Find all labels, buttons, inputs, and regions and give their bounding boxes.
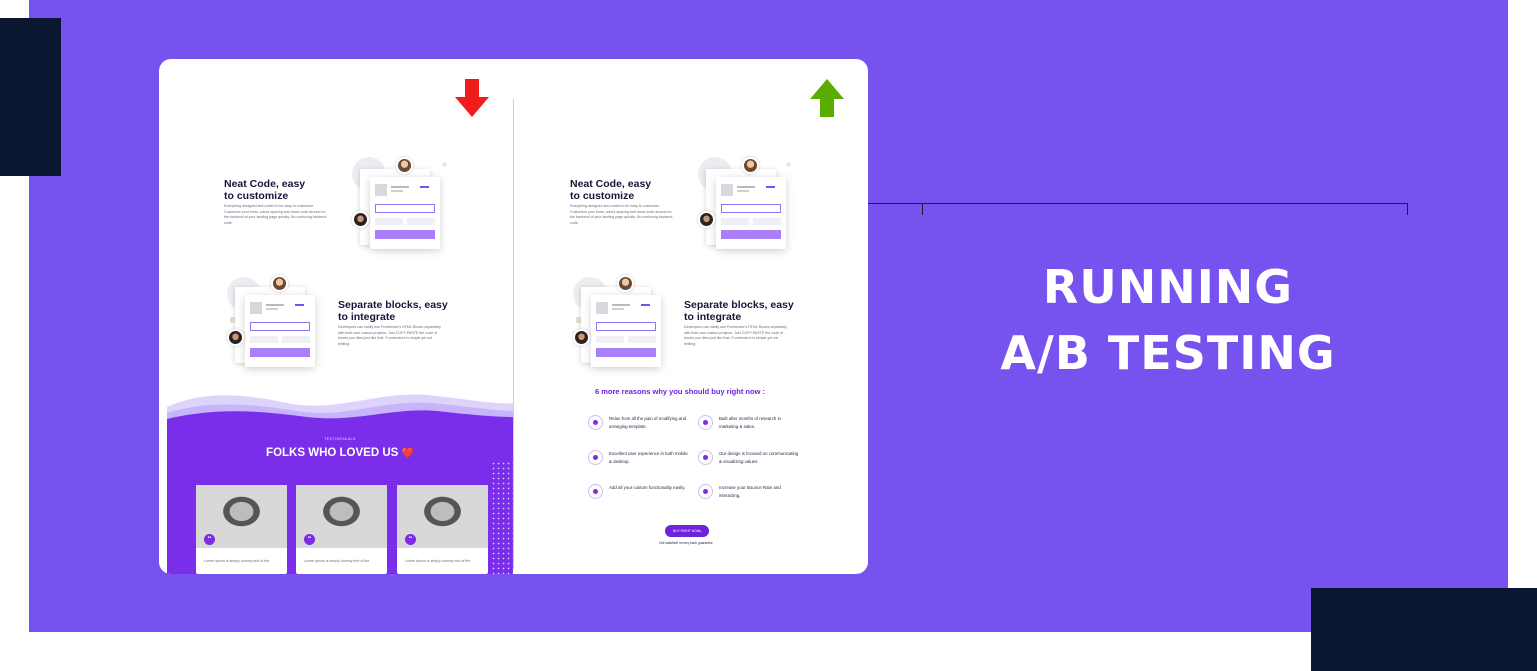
feature-description: Everything designed and coded to be easy…: [224, 204, 327, 225]
arrow-right-icon: →: [697, 528, 703, 534]
testimonial-card: “ Lorem Ipsum is simply dummy text of th…: [296, 485, 387, 574]
arrow-up-icon: [810, 79, 844, 117]
ab-comparison-card: Neat Code, easy to customize Everything …: [159, 59, 868, 574]
decor-bracket: [868, 203, 1408, 215]
avatar: [352, 211, 369, 228]
testimonials-label: TESTIMONIALS: [324, 437, 356, 441]
headline-line-1: RUNNING: [1042, 260, 1294, 314]
avatar: [396, 157, 413, 174]
testimonial-text: Lorem Ipsum is simply dummy text of the: [304, 559, 370, 563]
feature-title: Neat Code, easy to customize: [570, 178, 652, 202]
feature-description: Everything designed and coded to be easy…: [570, 204, 673, 225]
avatar: [271, 275, 288, 292]
avatar: [742, 157, 759, 174]
search-icon: [698, 415, 713, 430]
reasons-title: 6 more reasons why you should buy right …: [594, 387, 766, 396]
decor-block-top-left: [0, 18, 61, 176]
palette-icon: [698, 450, 713, 465]
headline: RUNNING A/B TESTING: [968, 254, 1368, 386]
arrow-down-icon: [455, 79, 489, 117]
quote-icon: “: [204, 534, 215, 545]
brain-icon: [588, 415, 603, 430]
variant-divider: [513, 99, 514, 569]
guarantee-text: Not satisfied! money back guarantee: [659, 541, 713, 545]
quote-icon: “: [304, 534, 315, 545]
headline-line-2: A/B TESTING: [1000, 326, 1336, 380]
testimonials-title: FOLKS WHO LOVED US ❤️: [266, 447, 414, 459]
form-illustration: [698, 157, 798, 251]
heart-icon: [588, 450, 603, 465]
feature-title: Neat Code, easy to customize: [224, 178, 306, 202]
avatar: [573, 329, 590, 346]
feature-title: Separate blocks, easy to integrate: [338, 299, 448, 323]
testimonial-card: “ Lorem Ipsum is simply dummy text of th…: [196, 485, 287, 574]
decor-block-bottom-right: [1311, 588, 1537, 671]
testimonial-card: “ Lorem Ipsum is simply dummy text of th…: [397, 485, 488, 574]
heart-icon: ❤️: [401, 448, 414, 459]
buy-now-button[interactable]: BUY RIGHT NOW →: [665, 525, 709, 537]
feature-description: Developers can easily use Frontendor's H…: [338, 325, 441, 346]
avatar: [698, 211, 715, 228]
dot-pattern: [491, 461, 513, 574]
form-illustration: [573, 275, 673, 369]
feature-description: Developers can easily use Frontendor's H…: [684, 325, 787, 346]
feature-title: Separate blocks, easy to integrate: [684, 299, 794, 323]
tools-icon: [588, 484, 603, 499]
testimonial-text: Lorem Ipsum is simply dummy text of the: [204, 559, 270, 563]
avatar: [227, 329, 244, 346]
quote-icon: “: [405, 534, 416, 545]
testimonial-text: Lorem Ipsum is simply dummy text of the: [405, 559, 471, 563]
form-illustration: [227, 275, 327, 369]
avatar: [617, 275, 634, 292]
chart-icon: [698, 484, 713, 499]
form-illustration: [352, 157, 452, 251]
